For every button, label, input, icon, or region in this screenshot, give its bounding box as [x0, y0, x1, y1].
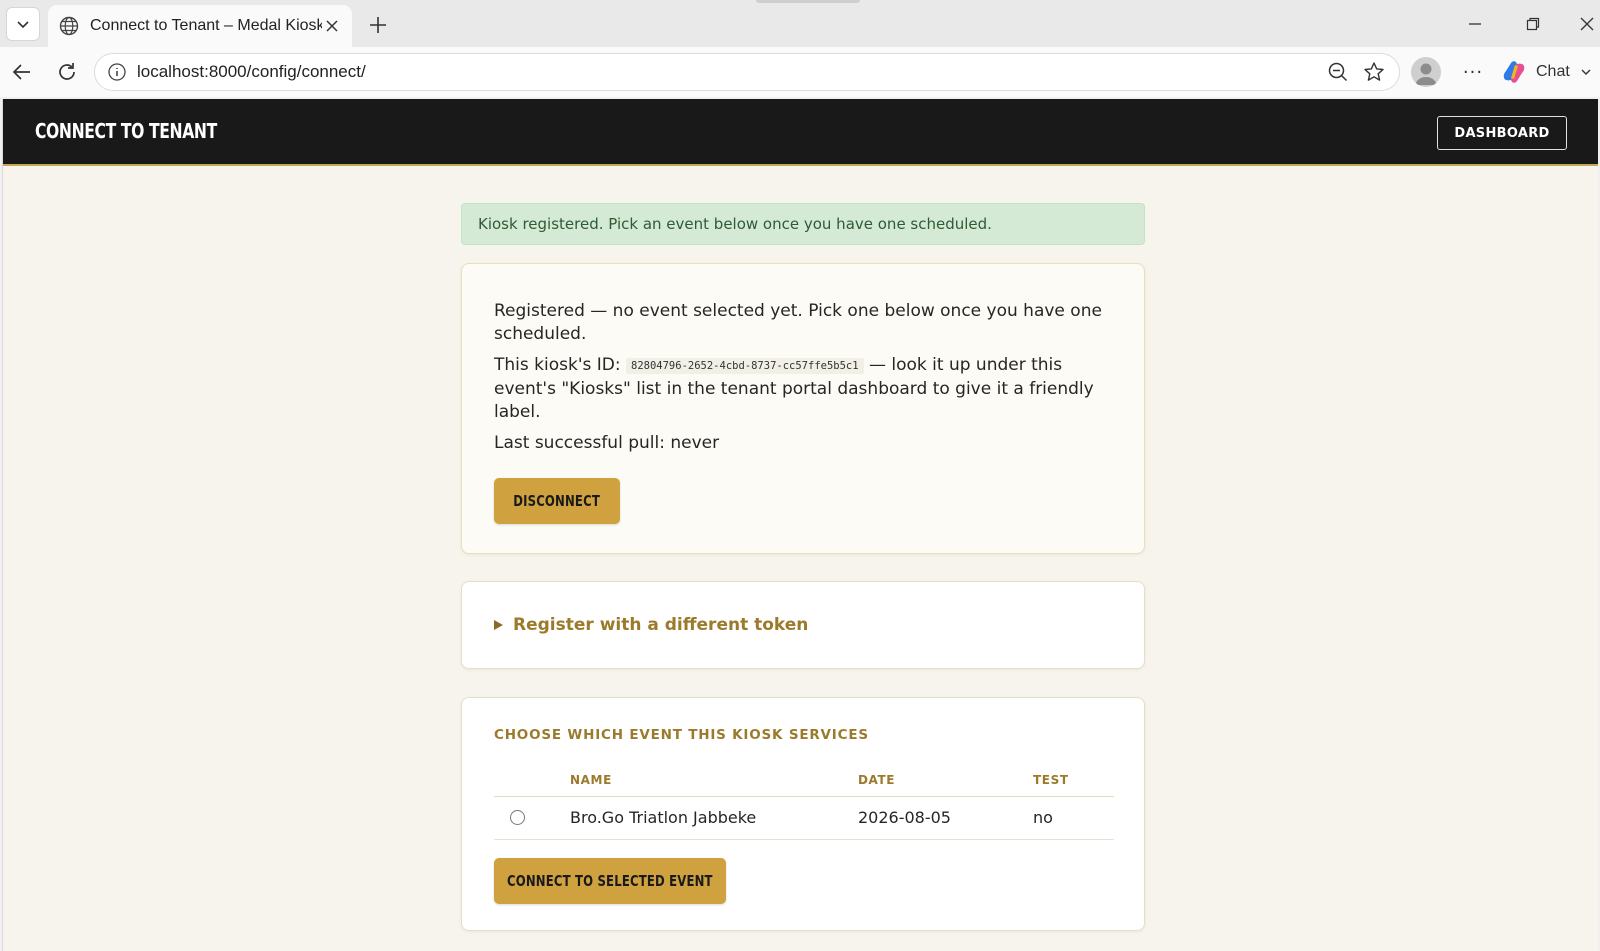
address-bar[interactable]: localhost:8000/config/connect/	[94, 53, 1400, 91]
restore-window-button[interactable]	[1520, 12, 1546, 36]
register-token-toggle[interactable]: Register with a different token	[494, 615, 808, 635]
name-column-header: NAME	[570, 764, 858, 797]
kiosk-id-line: This kiosk's ID: 82804796-2652-4cbd-8737…	[494, 354, 1112, 424]
disconnect-button[interactable]: DISCONNECT	[494, 478, 620, 524]
alert-message: Kiosk registered. Pick an event below on…	[478, 215, 992, 233]
kiosk-id-prefix: This kiosk's ID:	[494, 355, 621, 375]
star-icon[interactable]	[1361, 59, 1387, 85]
register-token-card: Register with a different token	[461, 581, 1145, 669]
event-test: no	[1033, 796, 1114, 840]
registration-status-card: Registered — no event selected yet. Pick…	[461, 263, 1145, 554]
user-icon	[1415, 63, 1437, 85]
select-cell	[494, 796, 570, 840]
page-title: CONNECT TO TENANT	[35, 119, 217, 143]
test-column-header: TEST	[1033, 764, 1114, 797]
table-row[interactable]: Bro.Go Triatlon Jabbeke 2026-08-05 no	[494, 796, 1114, 840]
app-header: CONNECT TO TENANT DASHBOARD	[3, 99, 1598, 166]
dashboard-button[interactable]: DASHBOARD	[1437, 116, 1567, 150]
url-text[interactable]: localhost:8000/config/connect/	[137, 62, 1315, 82]
events-table: NAME DATE TEST Bro.Go Triatlon Jabbeke 2…	[494, 764, 1114, 840]
copilot-chat-button[interactable]: Chat	[1500, 55, 1600, 89]
copilot-icon	[1503, 61, 1525, 83]
event-selection-card: CHOOSE WHICH EVENT THIS KIOSK SERVICES N…	[461, 697, 1145, 931]
globe-icon	[59, 16, 79, 36]
close-icon	[1580, 17, 1594, 31]
browser-tab[interactable]: Connect to Tenant – Medal Kiosk	[48, 5, 352, 47]
browser-toolbar: localhost:8000/config/connect/ ··· Chat	[0, 47, 1600, 97]
connect-event-button[interactable]: CONNECT TO SELECTED EVENT	[494, 858, 726, 904]
table-header-row: NAME DATE TEST	[494, 764, 1114, 797]
disclosure-triangle-icon	[494, 620, 503, 630]
browser-tab-strip: Connect to Tenant – Medal Kiosk	[0, 0, 1600, 47]
kiosk-id: 82804796-2652-4cbd-8737-cc57ffe5b5c1	[626, 358, 864, 374]
success-alert: Kiosk registered. Pick an event below on…	[461, 203, 1145, 245]
arrow-left-icon	[12, 64, 30, 80]
register-token-summary: Register with a different token	[513, 615, 809, 635]
close-window-button[interactable]	[1574, 12, 1600, 36]
profile-avatar[interactable]	[1411, 57, 1441, 87]
connect-event-label: CONNECT TO SELECTED EVENT	[507, 872, 713, 890]
date-column-header: DATE	[858, 764, 1033, 797]
event-radio[interactable]	[510, 810, 525, 825]
plus-icon	[370, 17, 386, 33]
zoom-icon[interactable]	[1325, 59, 1351, 85]
tab-list-button[interactable]	[6, 7, 40, 41]
event-date: 2026-08-05	[858, 796, 1033, 840]
disconnect-label: DISCONNECT	[513, 492, 601, 510]
close-tab-icon[interactable]	[322, 16, 342, 36]
event-selection-heading: CHOOSE WHICH EVENT THIS KIOSK SERVICES	[494, 727, 869, 743]
restore-icon	[1526, 17, 1540, 31]
back-button[interactable]	[7, 57, 37, 87]
info-icon[interactable]	[107, 62, 127, 82]
page-viewport: CONNECT TO TENANT DASHBOARD Kiosk regist…	[2, 99, 1598, 951]
status-line: Registered — no event selected yet. Pick…	[494, 301, 1102, 344]
tab-title: Connect to Tenant – Medal Kiosk	[90, 17, 322, 34]
event-name: Bro.Go Triatlon Jabbeke	[570, 796, 858, 840]
last-pull-status: Last successful pull: never	[494, 433, 720, 453]
new-tab-button[interactable]	[364, 11, 392, 39]
minimize-window-button[interactable]	[1462, 12, 1488, 36]
reload-button[interactable]	[52, 57, 82, 87]
reload-icon	[59, 63, 75, 80]
chat-label: Chat	[1536, 63, 1570, 80]
chevron-down-icon	[1581, 69, 1591, 75]
minimize-icon	[1469, 23, 1481, 25]
more-options-icon[interactable]: ···	[1458, 59, 1488, 85]
window-drag-handle	[756, 0, 860, 3]
chevron-down-icon	[17, 21, 29, 29]
select-column-header	[494, 764, 570, 797]
